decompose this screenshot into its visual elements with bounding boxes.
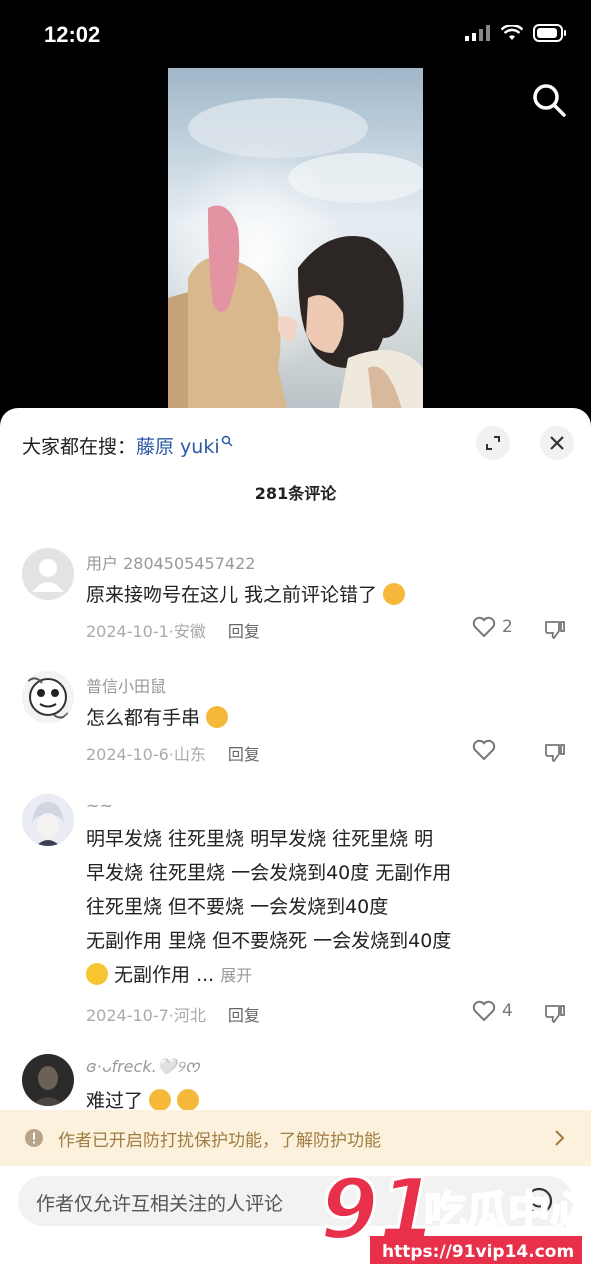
comment-date-location: 2024-10-1·安徽 <box>86 622 206 641</box>
chevron-right-icon <box>555 1130 565 1146</box>
default-avatar-icon <box>22 548 74 600</box>
avatar[interactable] <box>22 794 74 846</box>
svg-text:https://91vip14.com: https://91vip14.com <box>382 1242 574 1262</box>
video-frame[interactable] <box>168 68 423 413</box>
dislike-button[interactable] <box>544 618 566 644</box>
trending-keyword[interactable]: 藤原 yuki <box>136 436 220 458</box>
avatar-image <box>22 794 74 846</box>
comment-count: 281条评论 <box>254 484 337 503</box>
comment-text-line: 无副作用 ... <box>114 964 215 986</box>
avatar[interactable] <box>22 671 74 723</box>
comment-text: 原来接吻号在这儿 我之前评论错了 <box>86 578 576 612</box>
search-icon <box>533 84 566 117</box>
comment-sheet: 大家都在搜：藤原 yuki 281条评论 用户 2804505457422 原来… <box>0 408 591 1280</box>
comment-username[interactable]: ɞ·ᴗfreck.🤍୨ᰔ <box>86 1056 200 1080</box>
dislike-button[interactable] <box>544 1002 566 1028</box>
status-bar: 12:02 <box>0 0 591 70</box>
heart-icon <box>472 739 496 761</box>
expand-button[interactable] <box>476 426 510 460</box>
comment-username[interactable]: ~~ <box>86 796 113 815</box>
wifi-icon <box>501 25 523 40</box>
comment-username[interactable]: 用户 2804505457422 <box>86 550 255 574</box>
avatar[interactable] <box>22 548 74 600</box>
like-button[interactable] <box>472 739 502 761</box>
info-icon <box>25 1129 43 1147</box>
watermark-logo: 91 吃瓜中心 https://91vip14.com <box>319 1159 591 1270</box>
notice-text: 作者已开启防打扰保护功能，了解防护功能 <box>58 1130 381 1151</box>
like-count: 4 <box>502 1001 513 1021</box>
reply-button[interactable]: 回复 <box>228 622 260 641</box>
dislike-button[interactable] <box>544 741 566 767</box>
battery-icon <box>533 24 566 42</box>
trending-search[interactable]: 大家都在搜：藤原 yuki <box>22 432 233 459</box>
comment-meta: 2024-10-1·安徽 回复 <box>86 618 260 642</box>
search-button[interactable] <box>529 80 569 120</box>
avatar-image <box>22 671 74 723</box>
cellular-signal-icon <box>465 25 490 41</box>
expand-link[interactable]: 展开 <box>220 966 252 985</box>
watermark-image: 91 吃瓜中心 https://91vip14.com <box>319 1159 591 1264</box>
laugh-cry-emoji-icon <box>206 706 229 728</box>
comment-text: 明早发烧 往死里烧 明早发烧 往死里烧 明 早发烧 往死里烧 一会发烧到40度 … <box>86 822 576 993</box>
thumbs-down-icon <box>545 1005 565 1023</box>
status-time: 12:02 <box>44 22 101 47</box>
comment-text-content: 难过了 <box>86 1090 144 1112</box>
comment-meta: 2024-10-6·山东 回复 <box>86 741 260 765</box>
reply-button[interactable]: 回复 <box>228 1006 260 1025</box>
thumbs-down-icon <box>545 744 565 762</box>
comment-date-location: 2024-10-6·山东 <box>86 745 206 764</box>
close-icon <box>550 436 564 450</box>
crying-emoji-icon <box>177 1089 200 1111</box>
trending-prefix: 大家都在搜： <box>22 436 137 458</box>
reply-button[interactable]: 回复 <box>228 745 260 764</box>
status-icons <box>465 24 567 42</box>
expand-icon <box>486 436 500 450</box>
like-button[interactable]: 4 <box>472 1000 513 1022</box>
comment-text-content: 怎么都有手串 <box>86 707 201 729</box>
thumbs-down-icon <box>545 621 565 639</box>
avatar[interactable] <box>22 1054 74 1106</box>
laugh-cry-emoji-icon <box>383 583 406 605</box>
comment-text-line: 早发烧 往死里烧 一会发烧到40度 无副作用 <box>86 862 452 884</box>
like-count: 2 <box>502 617 513 637</box>
comment-text: 怎么都有手串 <box>86 701 576 735</box>
comment-text-line: 往死里烧 但不要烧 一会发烧到40度 <box>86 896 389 918</box>
comment-text-line-last: 无副作用 ... 展开 <box>86 958 576 993</box>
crying-emoji-icon <box>149 1089 172 1111</box>
comment-date-location: 2024-10-7·河北 <box>86 1006 206 1025</box>
comment-text-content: 原来接吻号在这儿 我之前评论错了 <box>86 584 378 606</box>
close-button[interactable] <box>540 426 574 460</box>
smile-emoji-icon <box>86 963 108 985</box>
comment-username[interactable]: 普信小田鼠 <box>86 673 166 697</box>
video-thumbnail-image <box>168 68 423 413</box>
like-button[interactable]: 2 <box>472 616 513 638</box>
avatar-image <box>22 1054 74 1106</box>
heart-icon <box>472 1000 496 1022</box>
svg-text:吃瓜中心: 吃瓜中心 <box>424 1187 585 1236</box>
comment-meta: 2024-10-7·河北 回复 <box>86 1002 260 1026</box>
small-search-icon <box>221 435 233 447</box>
protection-notice[interactable]: 作者已开启防打扰保护功能，了解防护功能 <box>0 1110 591 1166</box>
comment-text-line: 无副作用 里烧 但不要烧死 一会发烧到40度 <box>86 930 452 952</box>
comment-input-placeholder: 作者仅允许互相关注的人评论 <box>36 1193 284 1215</box>
heart-icon <box>472 616 496 638</box>
comment-text-line: 明早发烧 往死里烧 明早发烧 往死里烧 明 <box>86 828 434 850</box>
